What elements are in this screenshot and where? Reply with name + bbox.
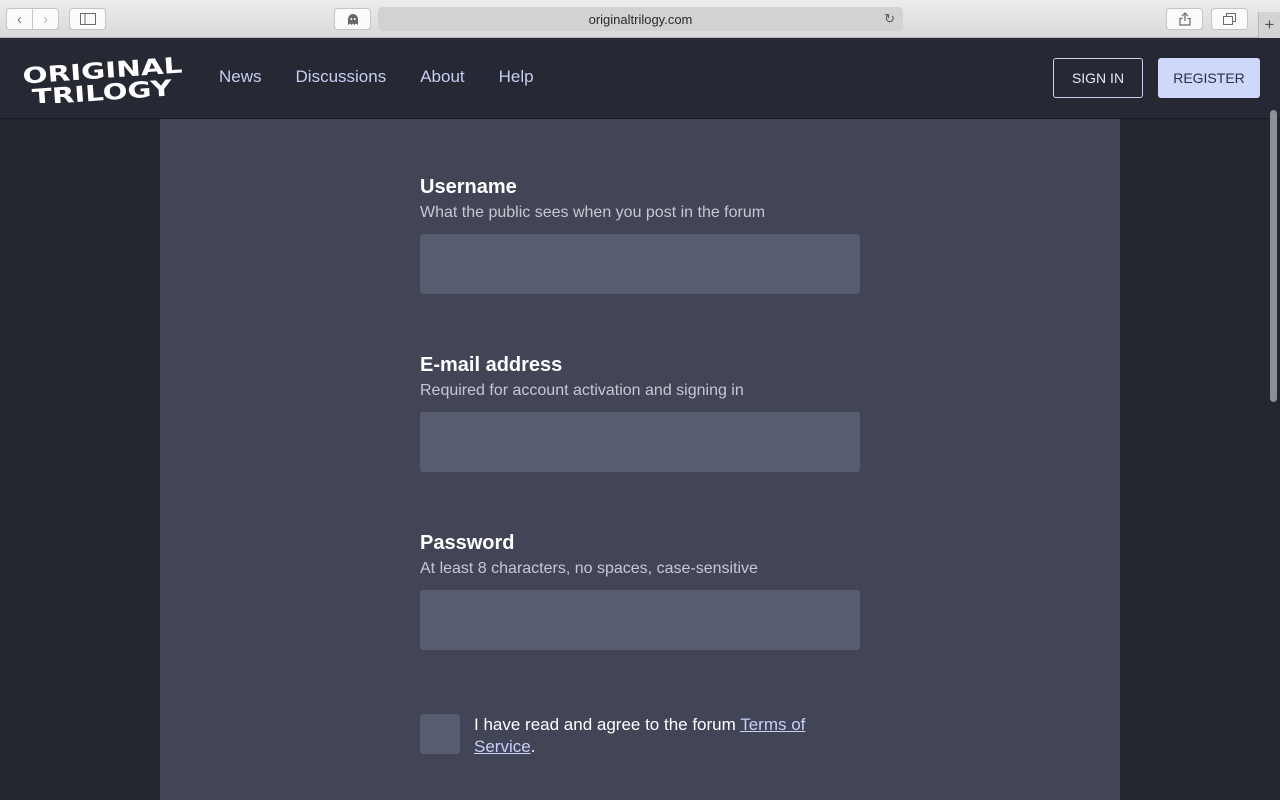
site-header: ORIGINAL TRILOGY News Discussions About … — [0, 38, 1280, 119]
sign-in-button[interactable]: SIGN IN — [1053, 58, 1143, 98]
browser-toolbar: ‹ › originaltrilogy.com ↻ + — [0, 0, 1280, 38]
forward-button[interactable]: › — [32, 9, 58, 29]
nav-news[interactable]: News — [219, 67, 262, 87]
tabs-icon — [1223, 13, 1236, 25]
password-group: Password At least 8 characters, no space… — [420, 532, 860, 650]
share-button[interactable] — [1166, 8, 1203, 30]
email-input[interactable] — [420, 412, 860, 472]
email-group: E-mail address Required for account acti… — [420, 354, 860, 472]
terms-agreement: I have read and agree to the forum Terms… — [420, 714, 860, 758]
terms-suffix: . — [530, 737, 536, 756]
password-input[interactable] — [420, 590, 860, 650]
register-button[interactable]: REGISTER — [1158, 58, 1260, 98]
sidebar-icon — [79, 13, 96, 25]
reload-icon[interactable]: ↻ — [884, 11, 895, 27]
password-label: Password — [420, 532, 515, 554]
main-nav: News Discussions About Help — [219, 67, 534, 87]
terms-checkbox[interactable] — [420, 714, 460, 754]
registration-panel: Username What the public sees when you p… — [160, 119, 1120, 800]
nav-help[interactable]: Help — [499, 67, 534, 87]
history-buttons: ‹ › — [6, 8, 59, 30]
email-hint: Required for account activation and sign… — [420, 382, 744, 399]
ghost-icon — [347, 13, 358, 25]
site-logo[interactable]: ORIGINAL TRILOGY — [21, 55, 187, 103]
nav-discussions[interactable]: Discussions — [296, 67, 387, 87]
extension-button[interactable] — [334, 8, 371, 30]
password-hint: At least 8 characters, no spaces, case-s… — [420, 560, 758, 577]
page-scrollbar[interactable] — [1270, 110, 1277, 402]
sidebar-button[interactable] — [69, 8, 106, 30]
username-hint: What the public sees when you post in th… — [420, 204, 766, 221]
nav-about[interactable]: About — [420, 67, 464, 87]
new-tab-button[interactable]: + — [1258, 12, 1280, 38]
address-bar[interactable]: originaltrilogy.com ↻ — [378, 7, 903, 31]
username-group: Username What the public sees when you p… — [420, 176, 860, 294]
plus-icon: + — [1264, 15, 1275, 34]
username-input[interactable] — [420, 234, 860, 294]
terms-text: I have read and agree to the forum Terms… — [474, 714, 860, 758]
url-text: originaltrilogy.com — [588, 11, 693, 27]
tabs-button[interactable] — [1211, 8, 1248, 30]
share-icon — [1178, 12, 1191, 26]
username-label: Username — [420, 176, 517, 198]
email-label: E-mail address — [420, 354, 563, 376]
terms-statement: I have read and agree to the forum — [474, 715, 741, 734]
back-button[interactable]: ‹ — [7, 9, 32, 29]
